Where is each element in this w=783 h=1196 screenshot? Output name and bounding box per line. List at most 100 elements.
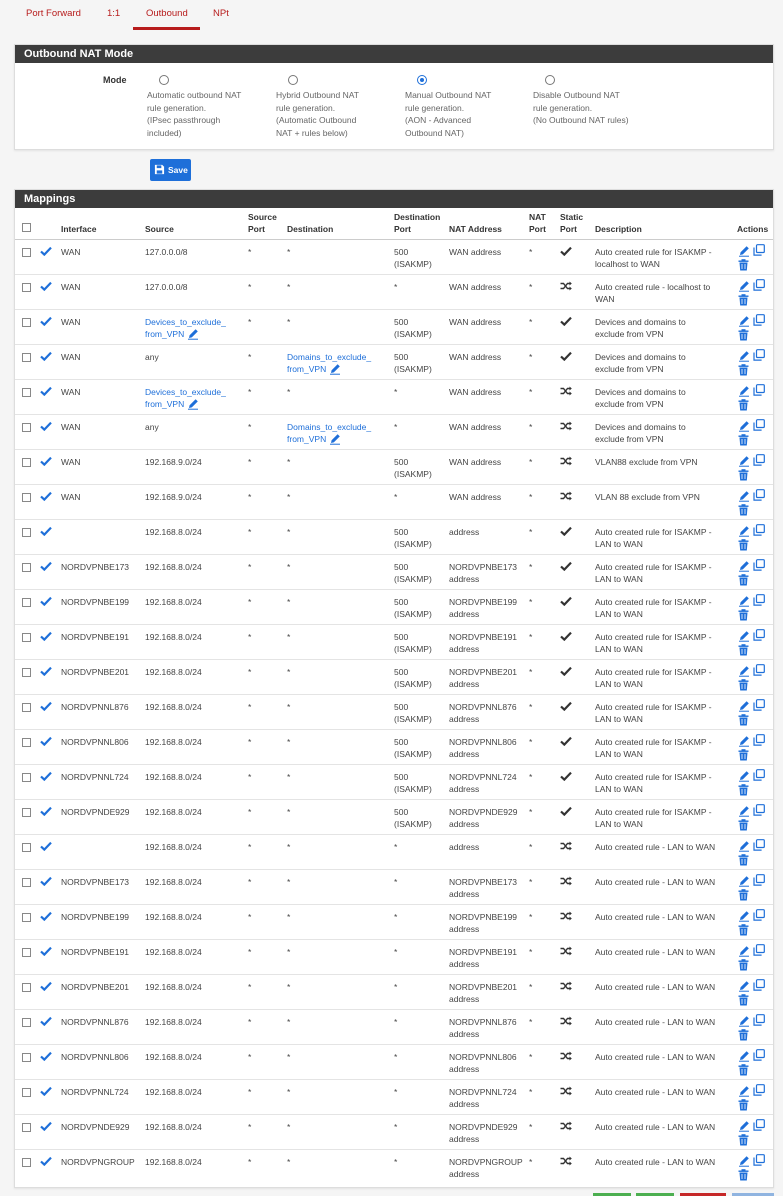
row-checkbox[interactable] [22,772,31,782]
copy-rule-button[interactable] [753,908,765,925]
row-checkbox[interactable] [22,492,31,502]
destination-alias-link[interactable]: from_VPN [287,364,326,374]
delete-rule-button[interactable] [738,643,749,660]
delete-rule-button[interactable] [738,853,749,870]
row-checkbox[interactable] [22,247,31,257]
row-checkbox[interactable] [22,737,31,747]
copy-rule-button[interactable] [753,733,765,750]
copy-rule-button[interactable] [753,628,765,645]
copy-rule-button[interactable] [753,383,765,400]
copy-rule-button[interactable] [753,453,765,470]
delete-rule-button[interactable] [738,328,749,345]
delete-rule-button[interactable] [738,783,749,800]
row-checkbox[interactable] [22,1052,31,1062]
copy-rule-button[interactable] [753,1083,765,1100]
delete-rule-button[interactable] [738,1133,749,1150]
delete-rule-button[interactable] [738,573,749,590]
delete-rule-button[interactable] [738,958,749,975]
copy-rule-button[interactable] [753,1153,765,1170]
copy-rule-button[interactable] [753,348,765,365]
copy-rule-button[interactable] [753,593,765,610]
delete-rule-button[interactable] [738,608,749,625]
destination-alias-link[interactable]: Domains_to_exclude_ [287,422,371,432]
select-all-checkbox[interactable] [22,223,31,232]
delete-rule-button[interactable] [738,1168,749,1185]
delete-rule-button[interactable] [738,748,749,765]
copy-rule-button[interactable] [753,978,765,995]
delete-rule-button[interactable] [738,678,749,695]
copy-rule-button[interactable] [753,698,765,715]
source-alias-link[interactable]: from_VPN [145,329,184,339]
source-alias-link[interactable]: from_VPN [145,399,184,409]
row-checkbox[interactable] [22,422,31,432]
source-alias-link[interactable]: Devices_to_exclude_ [145,387,226,397]
row-checkbox[interactable] [22,1087,31,1097]
copy-rule-button[interactable] [753,278,765,295]
row-checkbox[interactable] [22,632,31,642]
copy-rule-button[interactable] [753,1048,765,1065]
copy-rule-button[interactable] [753,943,765,960]
row-checkbox[interactable] [22,597,31,607]
delete-rule-button[interactable] [738,923,749,940]
row-checkbox[interactable] [22,527,31,537]
delete-rule-button[interactable] [738,1063,749,1080]
mode-radio-2[interactable] [417,75,427,85]
tab-port-forward[interactable]: Port Forward [26,8,81,19]
row-checkbox[interactable] [22,282,31,292]
row-checkbox[interactable] [22,1157,31,1167]
delete-rule-button[interactable] [738,713,749,730]
tab-npt[interactable]: NPt [213,8,229,19]
row-checkbox[interactable] [22,457,31,467]
copy-rule-button[interactable] [753,418,765,435]
source-alias-link[interactable]: Devices_to_exclude_ [145,317,226,327]
copy-rule-button[interactable] [753,523,765,540]
tab-outbound[interactable]: Outbound [146,8,188,19]
delete-rule-button[interactable] [738,503,749,520]
mode-radio-1[interactable] [288,75,298,85]
header-static-port-line1: Static [560,211,584,222]
row-checkbox[interactable] [22,912,31,922]
row-checkbox[interactable] [22,877,31,887]
row-checkbox[interactable] [22,1017,31,1027]
copy-rule-button[interactable] [753,768,765,785]
copy-rule-button[interactable] [753,663,765,680]
delete-rule-button[interactable] [738,293,749,310]
mode-radio-3[interactable] [545,75,555,85]
copy-rule-button[interactable] [753,873,765,890]
delete-rule-button[interactable] [738,363,749,380]
save-button[interactable]: Save [150,159,191,181]
delete-rule-button[interactable] [738,993,749,1010]
delete-rule-button[interactable] [738,398,749,415]
delete-rule-button[interactable] [738,433,749,450]
copy-rule-button[interactable] [753,838,765,855]
delete-rule-button[interactable] [738,468,749,485]
row-checkbox[interactable] [22,667,31,677]
copy-rule-button[interactable] [753,803,765,820]
mode-radio-0[interactable] [159,75,169,85]
copy-rule-button[interactable] [753,558,765,575]
copy-rule-button[interactable] [753,488,765,505]
row-checkbox[interactable] [22,317,31,327]
delete-rule-button[interactable] [738,258,749,275]
tab-one-to-one[interactable]: 1:1 [107,8,120,19]
delete-rule-button[interactable] [738,1098,749,1115]
row-checkbox[interactable] [22,702,31,712]
delete-rule-button[interactable] [738,538,749,555]
row-checkbox[interactable] [22,352,31,362]
copy-rule-button[interactable] [753,1118,765,1135]
row-checkbox[interactable] [22,562,31,572]
destination-alias-link[interactable]: from_VPN [287,434,326,444]
row-checkbox[interactable] [22,947,31,957]
copy-rule-button[interactable] [753,313,765,330]
delete-rule-button[interactable] [738,818,749,835]
copy-rule-button[interactable] [753,1013,765,1030]
delete-rule-button[interactable] [738,888,749,905]
destination-alias-link[interactable]: Domains_to_exclude_ [287,352,371,362]
row-checkbox[interactable] [22,842,31,852]
delete-rule-button[interactable] [738,1028,749,1045]
row-checkbox[interactable] [22,982,31,992]
row-checkbox[interactable] [22,1122,31,1132]
copy-rule-button[interactable] [753,243,765,260]
row-checkbox[interactable] [22,807,31,817]
row-checkbox[interactable] [22,387,31,397]
